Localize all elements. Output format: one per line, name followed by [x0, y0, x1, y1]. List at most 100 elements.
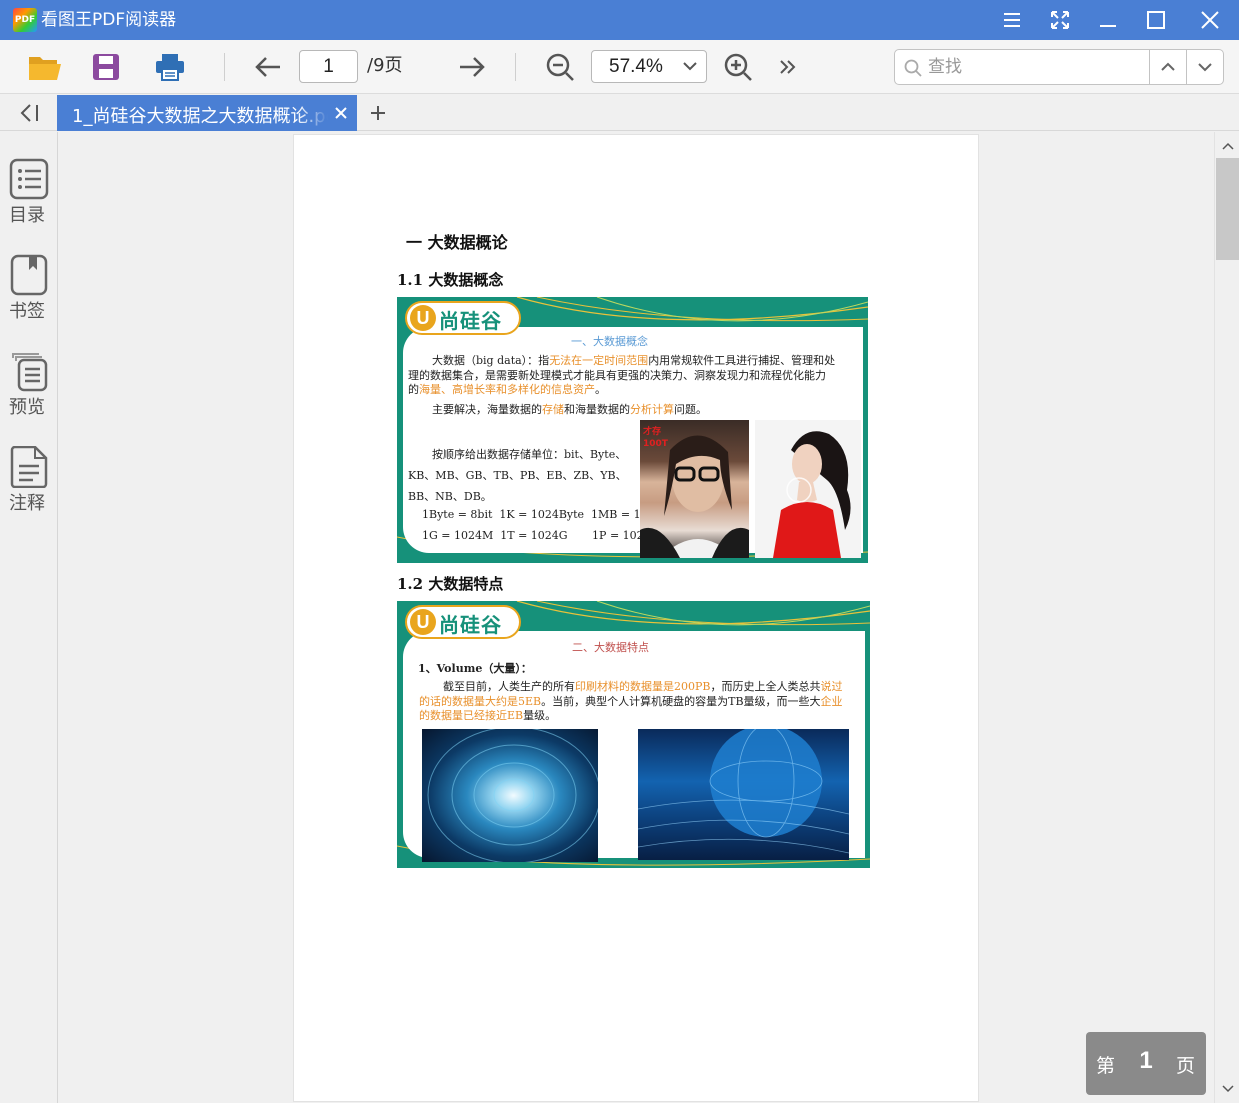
binary-globe-illustration — [638, 729, 849, 854]
preview-icon — [12, 353, 48, 392]
save-icon — [93, 54, 119, 80]
pdf-page: 一 大数据概论 1.1 大数据概念 U 尚硅谷 一、大数据概念 大数据（big … — [293, 134, 979, 1102]
slide-units-text: 按顺序给出数据存储单位：bit、Byte、KB、MB、GB、TB、PB、EB、Z… — [408, 448, 627, 503]
printer-icon — [156, 54, 184, 81]
collapse-sidebar-button[interactable] — [0, 95, 57, 130]
annotation-icon — [10, 446, 48, 488]
folder-icon — [29, 57, 61, 80]
minimize-button[interactable] — [1086, 0, 1130, 40]
logo-u-icon: U — [410, 609, 436, 635]
open-file-button[interactable] — [25, 48, 65, 86]
close-icon — [1201, 11, 1219, 29]
collapse-left-icon — [20, 103, 38, 122]
toolbar-separator — [515, 53, 516, 81]
search-box — [894, 49, 1224, 85]
photo-illustration — [773, 431, 851, 558]
page-indicator-suffix: 页 — [1176, 1055, 1196, 1077]
search-input[interactable] — [928, 54, 1144, 80]
slide-conversion-line: 1Byte = 8bit 1K = 1024Byte 1MB = 1024K — [422, 508, 670, 521]
chevron-down-icon — [1198, 63, 1212, 72]
zoom-in-icon — [724, 53, 752, 81]
slide-paragraph: 截至目前，人类生产的所有印刷材料的数据量是200PB，而历史上全人类总共说过的话… — [419, 680, 843, 722]
sidebar-item-preview[interactable]: 预览 — [0, 350, 57, 440]
save-button[interactable] — [86, 48, 126, 86]
close-window-button[interactable] — [1188, 0, 1232, 40]
document-viewport[interactable]: 一 大数据概论 1.1 大数据概念 U 尚硅谷 一、大数据概念 大数据（big … — [58, 132, 1214, 1103]
previous-page-button[interactable] — [248, 48, 288, 86]
page-total: /9页 — [367, 55, 403, 76]
photo-woman-glasses: 才存 100T — [640, 420, 749, 558]
sidebar-item-toc[interactable]: 目录 — [0, 158, 57, 248]
menu-button[interactable] — [990, 0, 1034, 40]
slide-title: 二、大数据特点 — [572, 641, 649, 654]
fullscreen-icon — [1051, 11, 1069, 29]
maximize-icon — [1147, 11, 1165, 29]
zoom-select[interactable]: 57.4% — [591, 50, 707, 83]
page-indicator: 第 1 页 — [1086, 1032, 1206, 1095]
app-logo-icon: PDF — [13, 8, 37, 32]
bookmark-icon — [10, 254, 48, 296]
binary-tunnel-illustration — [427, 729, 598, 862]
zoom-out-button[interactable] — [540, 48, 580, 86]
tab-bar: 1_尚硅谷大数据之大数据概论.pdf — [0, 95, 1239, 131]
slide-image: U 尚硅谷 二、大数据特点 1、Volume（大量）： 截至目前，人类生产的所有… — [397, 601, 870, 868]
scroll-up-button[interactable] — [1215, 136, 1239, 156]
fullscreen-button[interactable] — [1038, 0, 1082, 40]
close-tab-icon[interactable] — [333, 105, 349, 121]
page-indicator-number: 1 — [1139, 1047, 1153, 1074]
title-bar: PDF 看图王PDF阅读器 — [0, 0, 1239, 40]
section-heading: 1.1 大数据概念 — [397, 271, 504, 289]
chevron-up-icon — [1221, 142, 1234, 150]
page-indicator-prefix: 第 — [1096, 1055, 1116, 1077]
chevron-down-icon — [1221, 1085, 1234, 1093]
next-page-button[interactable] — [452, 48, 492, 86]
more-tools-button[interactable] — [768, 48, 808, 86]
maximize-button[interactable] — [1134, 0, 1178, 40]
section-heading: 1.2 大数据特点 — [397, 575, 504, 593]
arrow-right-icon — [460, 57, 485, 77]
logo-text: 尚硅谷 — [439, 613, 502, 637]
slide-list-item: 1、Volume（大量）： — [418, 662, 532, 675]
slide-paragraph: 主要解决，海量数据的存储和海量数据的分析计算问题。 — [432, 403, 707, 416]
plus-icon — [371, 106, 385, 120]
sidebar-item-bookmarks[interactable]: 书签 — [0, 254, 57, 344]
search-previous-button[interactable] — [1149, 50, 1186, 84]
document-tab-label: 1_尚硅谷大数据之大数据概论.pdf — [72, 106, 328, 127]
sidebar-item-label: 注释 — [9, 493, 45, 514]
slide-title: 一、大数据概念 — [571, 335, 648, 348]
zoom-in-button[interactable] — [718, 48, 758, 86]
binary-tunnel-image — [422, 729, 598, 862]
minimize-icon — [1100, 25, 1116, 27]
print-button[interactable] — [150, 48, 190, 86]
chapter-heading: 一 大数据概论 — [406, 233, 508, 252]
app-title: 看图王PDF阅读器 — [41, 10, 177, 30]
hamburger-menu-icon — [1004, 13, 1020, 27]
photo-woman-red-dress — [755, 420, 861, 558]
search-icon — [904, 59, 922, 77]
scrollbar-thumb[interactable] — [1216, 158, 1239, 260]
document-tab[interactable]: 1_尚硅谷大数据之大数据概论.pdf — [57, 95, 357, 131]
left-sidebar: 目录 书签 预览 注释 — [0, 132, 58, 1103]
slide-paragraph: 大数据（big data）：指无法在一定时间范围内用常规软件工具进行捕捉、管理和… — [408, 354, 836, 396]
list-icon — [9, 158, 49, 200]
company-logo: U 尚硅谷 — [405, 605, 521, 639]
chevron-down-icon — [683, 62, 697, 71]
zoom-value: 57.4% — [609, 56, 663, 77]
scroll-down-button[interactable] — [1215, 1079, 1239, 1099]
chevron-up-icon — [1161, 62, 1175, 71]
photo-caption: 才存 100T — [643, 427, 668, 449]
sidebar-item-label: 书签 — [9, 301, 45, 322]
sidebar-item-label: 目录 — [9, 205, 45, 226]
vertical-scrollbar[interactable] — [1214, 132, 1239, 1103]
page-number-input[interactable] — [299, 50, 358, 83]
slide-conversion-line: 1G = 1024M 1T = 1024G 1P = 1024T — [422, 529, 658, 542]
toolbar: /9页 57.4% — [0, 40, 1239, 94]
binary-globe-image — [638, 729, 849, 860]
sidebar-item-label: 预览 — [9, 397, 45, 418]
logo-u-icon: U — [410, 305, 436, 331]
sidebar-item-annotations[interactable]: 注释 — [0, 446, 57, 536]
double-chevron-right-icon — [780, 60, 796, 74]
search-next-button[interactable] — [1186, 50, 1223, 84]
new-tab-button[interactable] — [366, 101, 390, 125]
logo-text: 尚硅谷 — [439, 309, 502, 333]
